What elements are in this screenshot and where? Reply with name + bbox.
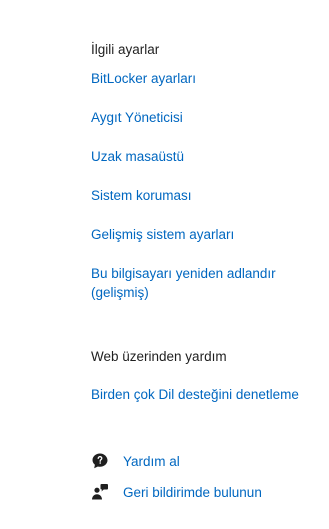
advanced-system-settings-link[interactable]: Gelişmiş sistem ayarları [91, 225, 234, 244]
help-chat-icon [91, 452, 109, 470]
related-settings-heading: İlgili ayarlar [91, 42, 160, 57]
remote-desktop-link[interactable]: Uzak masaüstü [91, 147, 184, 166]
get-help-label: Yardım al [123, 453, 180, 469]
device-manager-link[interactable]: Aygıt Yöneticisi [91, 108, 183, 127]
bitlocker-settings-link[interactable]: BitLocker ayarları [91, 69, 196, 88]
rename-pc-advanced-link[interactable]: Bu bilgisayarı yeniden adlandır (gelişmi… [91, 264, 323, 302]
web-help-heading: Web üzerinden yardım [91, 349, 227, 364]
system-protection-link[interactable]: Sistem koruması [91, 186, 192, 205]
feedback-person-icon [91, 483, 109, 501]
give-feedback-label: Geri bildirimde bulunun [123, 484, 262, 500]
get-help-button[interactable]: Yardım al [91, 452, 180, 470]
multi-language-support-link[interactable]: Birden çok Dil desteğini denetleme [91, 385, 299, 404]
give-feedback-button[interactable]: Geri bildirimde bulunun [91, 483, 262, 501]
